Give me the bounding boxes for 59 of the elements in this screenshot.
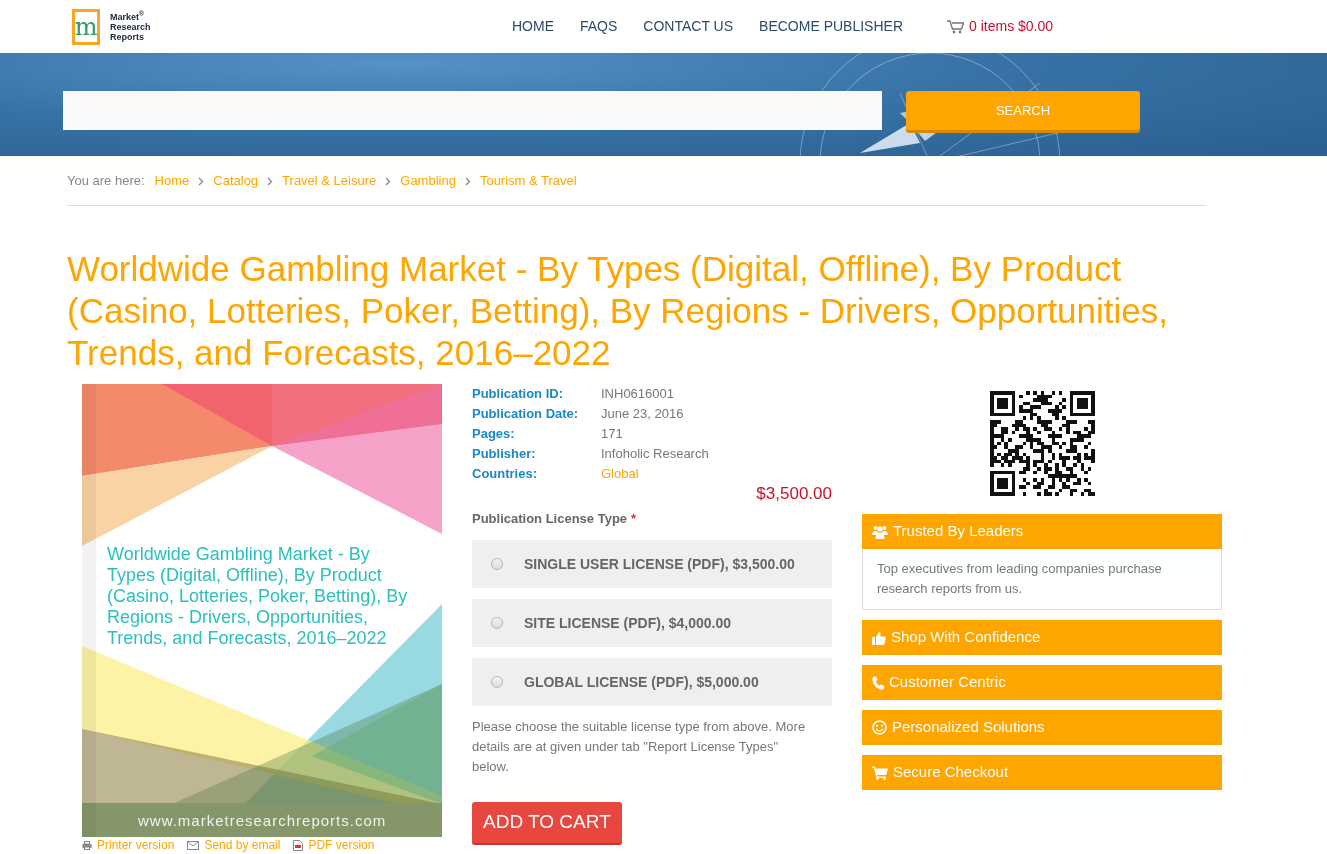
breadcrumb-link[interactable]: Travel & Leisure (282, 172, 377, 190)
license-option[interactable]: SITE LICENSE (PDF), $4,000.00 (472, 599, 832, 647)
search-button[interactable]: SEARCH (906, 91, 1140, 130)
chevron-icon (198, 176, 205, 186)
cover-action-link[interactable]: Send by email (187, 838, 281, 852)
nav-link[interactable]: HOME (512, 16, 554, 37)
breadcrumb-link[interactable]: Catalog (213, 172, 259, 190)
page-title: Worldwide Gambling Market - By Types (Digital, Offline), By Product (Casino, Lotteries, Poker, Betting), By Regions - Drivers, Opportunities, Trends, and Forecasts, 2016–2022 (67, 248, 1169, 374)
detail-value-link[interactable]: Global (601, 464, 639, 484)
feature-description: Top executives from leading companies purchase research reports from us. (877, 560, 1163, 598)
printer-icon (82, 840, 92, 850)
search-field[interactable] (63, 91, 882, 130)
add-to-cart-button[interactable]: ADD TO CART (472, 802, 622, 845)
cover-title: Worldwide Gambling Market - By Types (Digital, Offline), By Product (Casino, Lotteries, Poker, Betting), By Regions - Drivers, Opportunities, Trends, and Forecasts, 2016–2022 (107, 544, 409, 649)
feature-heading[interactable]: Customer Centric (862, 665, 1222, 700)
license-option[interactable]: SINGLE USER LICENSE (PDF), $3,500.00 (472, 540, 832, 588)
cover-action-link[interactable]: PDF version (293, 838, 375, 852)
required-mark: * (631, 510, 637, 528)
chevron-icon (267, 176, 274, 186)
detail-label: Publication Date: (472, 405, 580, 423)
breadcrumb-link[interactable]: Tourism & Travel (479, 172, 577, 190)
nav-link[interactable]: CONTACT US (643, 16, 734, 37)
detail-label: Publication ID: (472, 385, 564, 403)
detail-value: 171 (601, 425, 623, 443)
qr-code-icon (989, 391, 1095, 496)
phone-icon (872, 675, 884, 690)
breadcrumb-label: You are here: (67, 172, 145, 190)
breadcrumb-link[interactable]: Home (154, 172, 190, 190)
detail-value: INH0616001 (601, 385, 674, 403)
nav-link[interactable]: BECOME PUBLISHER (759, 16, 903, 37)
logo-mark[interactable]: m (72, 8, 100, 45)
pdf-file-icon (293, 839, 304, 851)
chevron-icon (464, 176, 471, 186)
cart-link[interactable]: 0 items $0.00 (947, 16, 1054, 37)
feature-heading[interactable]: Personalized Solutions (862, 710, 1222, 745)
price: $3,500.00 (756, 484, 832, 504)
detail-label: Countries: (472, 465, 538, 483)
users-icon (872, 524, 888, 539)
logo-text[interactable]: Market$^{®}$ Research Reports (110, 11, 151, 42)
smiley-icon (872, 720, 887, 735)
cover-action-link[interactable]: Printer version (82, 838, 175, 852)
license-option[interactable]: GLOBAL LICENSE (PDF), $5,000.00 (472, 658, 832, 706)
cart-icon (872, 765, 888, 780)
breadcrumb-link[interactable]: Gambling (400, 172, 456, 190)
license-heading: Publication License Type (472, 510, 628, 528)
envelope-icon (187, 840, 200, 850)
feature-heading[interactable]: Secure Checkout (862, 755, 1222, 790)
nav-link[interactable]: FAQS (580, 16, 618, 37)
detail-label: Publisher: (472, 445, 537, 463)
cover-url: www.marketresearchreports.com (138, 812, 387, 830)
cart-icon (947, 19, 964, 34)
feature-heading[interactable]: Trusted By Leaders (862, 514, 1222, 549)
detail-label: Pages: (472, 425, 516, 443)
chevron-icon (385, 176, 392, 186)
feature-heading[interactable]: Shop With Confidence (862, 620, 1222, 655)
license-note: Please choose the suitable license type from above. More details are at given under tab "Report License Types" below. (472, 718, 807, 776)
detail-value: June 23, 2016 (601, 405, 684, 423)
thumbs-up-icon (872, 630, 886, 645)
detail-value: Infoholic Research (601, 445, 709, 463)
